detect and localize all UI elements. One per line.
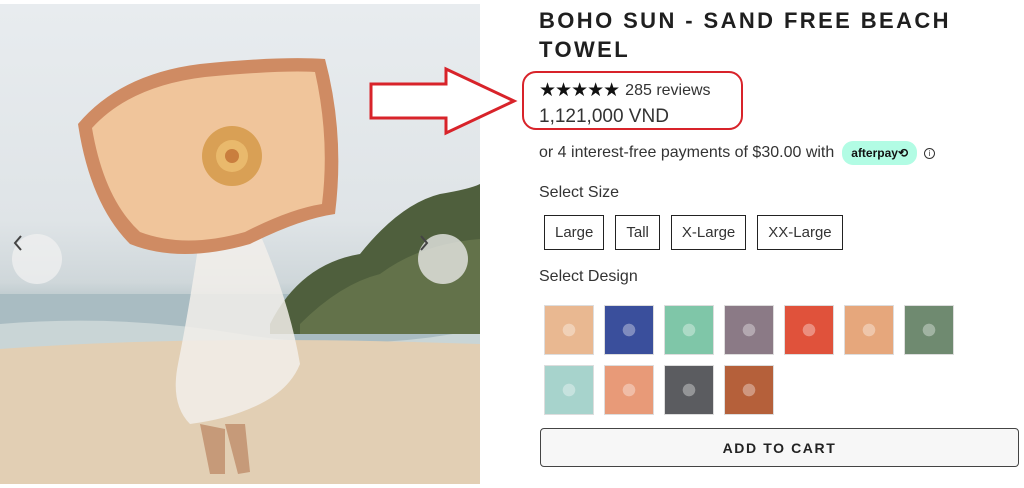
annotation-arrow-icon	[369, 66, 518, 136]
select-size-label: Select Size	[539, 184, 620, 201]
design-swatch[interactable]	[844, 305, 894, 355]
design-swatch[interactable]	[664, 365, 714, 415]
add-to-cart-button[interactable]: ADD TO CART	[540, 428, 1019, 467]
afterpay-badge[interactable]: afterpay⟲	[842, 141, 918, 165]
design-swatch[interactable]	[784, 305, 834, 355]
product-title: BOHO SUN - SAND FREE BEACH TOWEL	[539, 8, 951, 62]
design-swatch[interactable]	[724, 305, 774, 355]
info-icon[interactable]: i	[924, 147, 936, 159]
select-design-label: Select Design	[539, 268, 638, 285]
chevron-right-icon	[420, 235, 429, 251]
size-option-tall[interactable]: Tall	[615, 215, 660, 250]
design-swatch[interactable]	[544, 305, 594, 355]
design-swatches	[544, 305, 964, 415]
installment-info: or 4 interest-free payments of $30.00 wi…	[539, 141, 936, 165]
previous-image-button[interactable]	[12, 234, 62, 284]
design-swatch[interactable]	[604, 365, 654, 415]
design-swatch[interactable]	[904, 305, 954, 355]
size-option-xx-large[interactable]: XX-Large	[757, 215, 843, 250]
design-swatch[interactable]	[664, 305, 714, 355]
size-options: Large Tall X-Large XX-Large	[544, 215, 843, 250]
installment-text: or 4 interest-free payments of $30.00 wi…	[539, 144, 835, 161]
size-option-x-large[interactable]: X-Large	[670, 215, 747, 250]
next-image-button[interactable]	[418, 234, 468, 284]
design-swatch[interactable]	[544, 365, 594, 415]
size-option-large[interactable]: Large	[544, 215, 605, 250]
annotation-highlight-box	[522, 71, 743, 130]
design-swatch[interactable]	[604, 305, 654, 355]
chevron-left-icon	[13, 235, 22, 251]
design-swatch[interactable]	[724, 365, 774, 415]
